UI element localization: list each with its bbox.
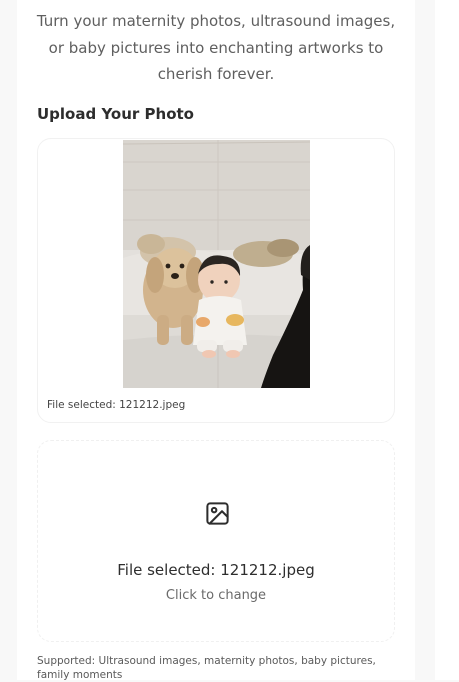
intro-text: Turn your maternity photos, ultrasound i… <box>36 12 396 83</box>
uploaded-photo-preview <box>123 140 310 388</box>
supported-formats-note: Supported: Ultrasound images, maternity … <box>37 655 376 681</box>
image-icon <box>204 500 231 527</box>
file-selected-caption: File selected: 121212.jpeg <box>47 399 186 411</box>
image-preview-box: File selected: 121212.jpeg <box>37 138 395 423</box>
photo-upload-dropzone[interactable]: File selected: 121212.jpeg Click to chan… <box>37 440 395 642</box>
upload-section-title: Upload Your Photo <box>37 105 194 123</box>
click-to-change-hint: Click to change <box>165 588 267 603</box>
dropzone-file-selected-title: File selected: 121212.jpeg <box>117 561 315 579</box>
upload-card: Turn your maternity photos, ultrasound i… <box>17 0 415 681</box>
adjacent-panel <box>435 0 459 680</box>
